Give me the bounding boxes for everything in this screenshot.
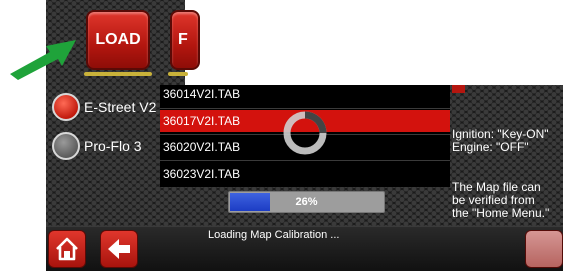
loading-spinner-icon xyxy=(280,108,330,158)
list-item[interactable]: 36023V2I.TAB xyxy=(160,163,450,185)
back-arrow-icon xyxy=(108,239,130,259)
next-toolbar-button[interactable]: F xyxy=(170,10,200,70)
load-button-label: LOAD xyxy=(95,31,141,48)
load-progress-bar: 26% xyxy=(228,191,385,213)
progress-percent: 26% xyxy=(295,196,318,208)
engine-status: Engine: "OFF" xyxy=(452,140,529,154)
home-icon xyxy=(56,237,78,261)
list-item[interactable]: 36014V2I.TAB xyxy=(160,83,450,105)
home-button[interactable] xyxy=(48,230,86,268)
cropped-area xyxy=(185,0,563,85)
load-button[interactable]: LOAD xyxy=(86,10,150,70)
status-message: Loading Map Calibration ... xyxy=(208,229,340,241)
back-button[interactable] xyxy=(100,230,138,268)
profile-label-proflo: Pro-Flo 3 xyxy=(84,138,142,154)
profile-label-estreet: E-Street V2 xyxy=(84,99,157,115)
list-divider xyxy=(160,160,450,161)
green-arrow-icon xyxy=(6,34,84,80)
next-button-indicator xyxy=(168,72,188,76)
profile-radio-proflo[interactable] xyxy=(52,132,80,160)
verify-note-line3: the "Home Menu." xyxy=(452,206,550,220)
hidden-button-edge xyxy=(452,85,465,93)
load-button-indicator xyxy=(84,72,152,76)
profile-radio-estreet[interactable] xyxy=(52,93,80,121)
next-button[interactable] xyxy=(525,230,563,268)
next-toolbar-button-label: F xyxy=(178,31,188,48)
